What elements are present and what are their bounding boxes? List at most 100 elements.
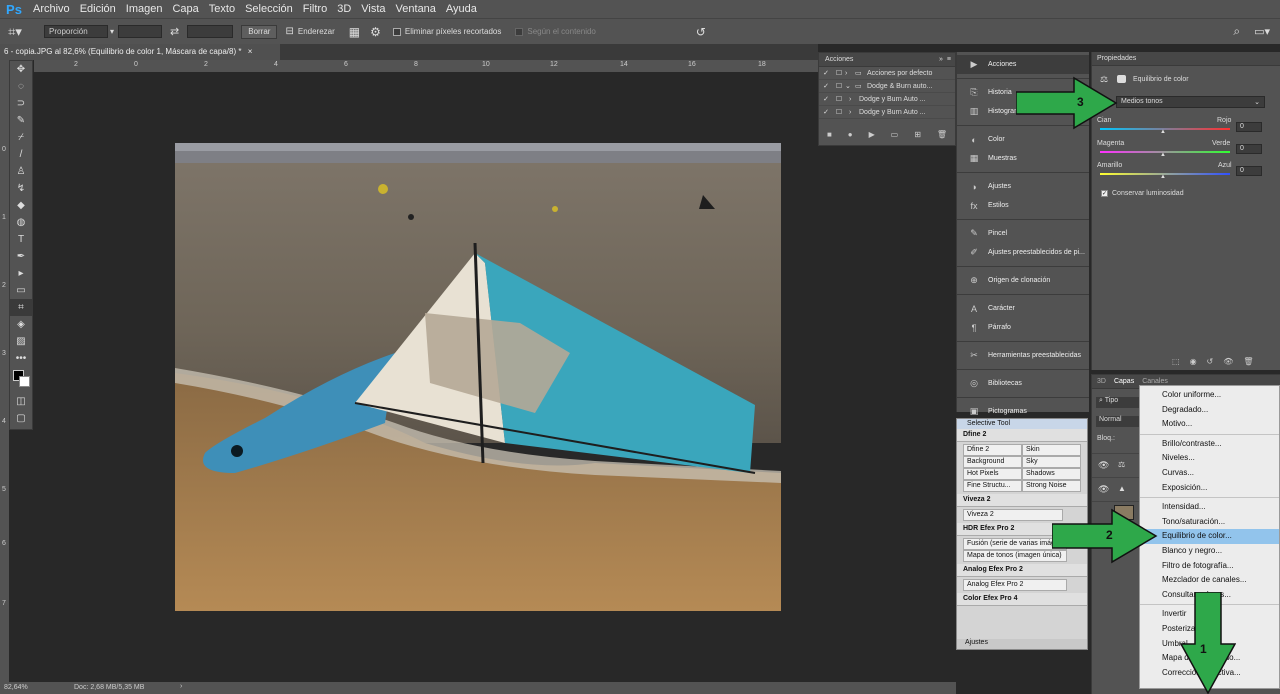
dock-caracter[interactable]: A Carácter — [957, 299, 1089, 318]
visibility-icon[interactable]: 👁 — [1098, 460, 1109, 471]
width-field[interactable] — [118, 25, 163, 38]
ratio-select[interactable]: Proporción — [44, 25, 108, 38]
sky-button[interactable]: Sky — [1022, 456, 1081, 468]
stop-icon[interactable]: ■ — [827, 130, 832, 139]
layer-row[interactable]: 👁 ▲ — [1092, 477, 1140, 499]
new-action-icon[interactable]: ⊞ — [914, 130, 921, 139]
slider-thumb-icon[interactable]: ▲ — [1160, 152, 1166, 158]
screen-mode-icon[interactable]: ▢ — [10, 410, 32, 427]
trash-icon[interactable]: 🗑 — [1243, 357, 1253, 366]
history-brush-tool-icon[interactable]: ↯ — [10, 180, 32, 197]
foreground-background-colors[interactable] — [10, 367, 32, 393]
viveza-button[interactable]: Viveza 2 — [963, 509, 1063, 521]
kind-filter[interactable]: ⌕ Tipo — [1096, 397, 1140, 408]
dock-bibliotecas[interactable]: ◎ Bibliotecas — [957, 374, 1089, 393]
preserve-checkbox[interactable]: ✓ — [1101, 190, 1108, 197]
panel-menu-icon[interactable]: ≡ — [947, 56, 951, 63]
menu-item-curvas[interactable]: Curvas... — [1140, 466, 1279, 481]
visibility-icon[interactable]: 👁 — [1098, 484, 1109, 495]
shadows-button[interactable]: Shadows — [1022, 468, 1081, 480]
paint-bucket-tool-icon[interactable]: ◈ — [10, 316, 32, 333]
enderezar-label[interactable]: Enderezar — [298, 27, 335, 36]
slider-thumb-icon[interactable]: ▲ — [1160, 174, 1166, 180]
blend-mode-select[interactable]: Normal — [1096, 416, 1140, 427]
dfine-button[interactable]: Dfine 2 — [963, 444, 1022, 456]
menu-item-mezclador-canales[interactable]: Mezclador de canales... — [1140, 573, 1279, 588]
menu-item-exposicion[interactable]: Exposición... — [1140, 481, 1279, 496]
lasso-tool-icon[interactable]: ⊃ — [10, 95, 32, 112]
record-icon[interactable]: ● — [848, 130, 853, 139]
marquee-tool-icon[interactable]: ◌ — [10, 78, 32, 95]
status-menu-arrow[interactable]: › — [180, 683, 182, 690]
dfine-header[interactable]: Dfine 2 — [957, 429, 1087, 442]
move-tool-icon[interactable]: ✥ — [10, 61, 32, 78]
action-row[interactable]: ✓ ☐ ⌄ ▭ Dodge & Burn auto... — [819, 80, 955, 93]
dodge-tool-icon[interactable]: ◍ — [10, 214, 32, 231]
menu-item-niveles[interactable]: Niveles... — [1140, 451, 1279, 466]
cian-rojo-value[interactable]: 0 — [1236, 122, 1262, 132]
background-button[interactable]: Background — [963, 456, 1022, 468]
layer-row[interactable]: 👁 ⚖ — [1092, 453, 1140, 475]
eyedropper-tool-icon[interactable]: ⌿ — [10, 129, 32, 146]
ratio-arrow-icon[interactable]: ▾ — [110, 27, 114, 36]
skin-button[interactable]: Skin — [1022, 444, 1081, 456]
dock-estilos[interactable]: fx Estilos — [957, 196, 1089, 215]
magenta-verde-value[interactable]: 0 — [1236, 144, 1262, 154]
strong-noise-button[interactable]: Strong Noise — [1022, 480, 1081, 492]
viveza-header[interactable]: Viveza 2 — [957, 494, 1087, 507]
ruler-tool-icon[interactable]: ▨ — [10, 333, 32, 350]
menu-3d[interactable]: 3D — [332, 3, 356, 15]
quick-selection-tool-icon[interactable]: ✎ — [10, 112, 32, 129]
view-previous-icon[interactable]: ◉ — [1190, 357, 1197, 366]
action-row[interactable]: ✓ ☐ › ▭ Acciones por defecto — [819, 67, 955, 80]
zoom-level[interactable]: 82,64% — [4, 684, 28, 691]
dock-tool-presets[interactable]: ✂ Herramientas preestablecidas — [957, 346, 1089, 365]
hot-pixels-button[interactable]: Hot Pixels — [963, 468, 1022, 480]
menu-texto[interactable]: Texto — [204, 3, 240, 15]
play-icon[interactable]: ▶ — [869, 130, 875, 139]
trash-icon[interactable]: 🗑 — [937, 130, 947, 139]
menu-seleccion[interactable]: Selección — [240, 3, 298, 15]
menu-ventana[interactable]: Ventana — [391, 3, 441, 15]
dock-parrafo[interactable]: ¶ Párrafo — [957, 318, 1089, 337]
dock-color[interactable]: ◐ Color — [957, 130, 1089, 149]
tab-3d[interactable]: 3D — [1097, 378, 1106, 385]
clone-stamp-tool-icon[interactable]: ♙ — [10, 163, 32, 180]
menu-item-degradado[interactable]: Degradado... — [1140, 403, 1279, 418]
grid-overlay-icon[interactable]: ▦ — [349, 25, 360, 39]
tab-capas[interactable]: Capas — [1114, 378, 1134, 385]
document-photo[interactable] — [175, 143, 781, 611]
dock-acciones[interactable]: ▶ Acciones — [957, 55, 1089, 74]
quick-mask-icon[interactable]: ◫ — [10, 393, 32, 410]
menu-vista[interactable]: Vista — [356, 3, 390, 15]
fine-structure-button[interactable]: Fine Structu... — [963, 480, 1022, 492]
ajustes-footer[interactable]: Ajustes — [957, 639, 1087, 649]
slider-thumb-icon[interactable]: ▲ — [1160, 129, 1166, 135]
undo-icon[interactable]: ↺ — [696, 25, 706, 39]
acciones-tab[interactable]: Acciones — [825, 56, 853, 63]
action-row[interactable]: ✓ ☐ › Dodge y Burn Auto ... — [819, 106, 955, 119]
action-row[interactable]: ✓ ☐ › Dodge y Burn Auto ... — [819, 93, 955, 106]
menu-capa[interactable]: Capa — [167, 3, 203, 15]
panel-collapse-icon[interactable]: » — [939, 56, 943, 63]
menu-archivo[interactable]: Archivo — [28, 3, 75, 15]
dock-ajustes[interactable]: ◑ Ajustes — [957, 177, 1089, 196]
borrar-button[interactable]: Borrar — [241, 24, 278, 39]
new-set-icon[interactable]: ▭ — [891, 130, 899, 139]
gear-icon[interactable]: ⚙ — [370, 25, 381, 39]
swap-icon[interactable]: ⇄ — [170, 25, 179, 38]
menu-ayuda[interactable]: Ayuda — [441, 3, 482, 15]
segun-checkbox[interactable] — [515, 27, 524, 36]
search-icon[interactable]: ⌕ — [1233, 24, 1240, 39]
amarillo-azul-value[interactable]: 0 — [1236, 166, 1262, 176]
reset-icon[interactable]: ↺ — [1207, 357, 1214, 366]
visibility-icon[interactable]: 👁 — [1223, 357, 1233, 366]
color-efex-header[interactable]: Color Efex Pro 4 — [957, 593, 1087, 606]
document-tab[interactable]: 6 - copia.JPG al 82,6% (Equilibrio de co… — [0, 44, 280, 60]
eraser-tool-icon[interactable]: ◆ — [10, 197, 32, 214]
height-field[interactable] — [187, 25, 234, 38]
pen-tool-icon[interactable]: ✒ — [10, 248, 32, 265]
eliminar-checkbox[interactable] — [392, 27, 401, 36]
tab-canales[interactable]: Canales — [1142, 378, 1168, 385]
dock-muestras[interactable]: ▦ Muestras — [957, 149, 1089, 168]
